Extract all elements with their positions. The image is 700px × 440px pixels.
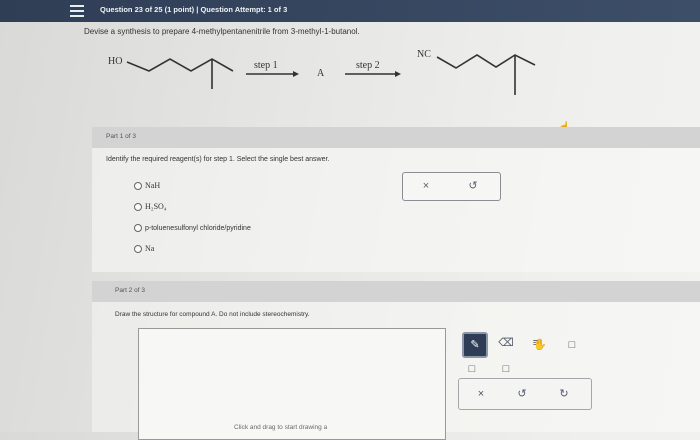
- radio-button[interactable]: [134, 181, 142, 190]
- nitrile-label: NC: [417, 49, 431, 60]
- option-label: NaH: [145, 181, 161, 190]
- canvas-hint: Click and drag to start drawing a: [234, 424, 328, 431]
- part1-body: [92, 148, 700, 272]
- charge-tool-icon[interactable]: □: [563, 336, 581, 354]
- step2-arrowhead: [395, 71, 401, 77]
- undo-button[interactable]: ↺: [466, 179, 480, 193]
- lone-pair-tool-icon[interactable]: □: [497, 360, 515, 378]
- step2-label: step 2: [356, 60, 380, 71]
- radio-button[interactable]: [134, 202, 142, 211]
- intermediate-label: A: [317, 68, 325, 79]
- option-label: Na: [145, 244, 155, 253]
- undo-drawing-button[interactable]: ↺: [513, 385, 531, 403]
- radio-button[interactable]: [134, 244, 142, 253]
- part1-action-box: × ↺: [402, 172, 501, 201]
- reaction-scheme: HO step 1 A step 2 NC: [108, 49, 536, 95]
- part1-label: Part 1 of 3: [106, 133, 136, 140]
- step1-arrowhead: [293, 71, 299, 77]
- drawing-canvas[interactable]: Click and drag to start drawing a: [138, 328, 446, 440]
- clear-button[interactable]: ×: [419, 179, 433, 193]
- part1-header: Part 1 of 3: [92, 127, 700, 148]
- drawing-action-box: × ↺ ↻: [458, 378, 592, 410]
- part1-instruction: Identify the required reagent(s) for ste…: [106, 156, 330, 163]
- product-skeleton: [436, 54, 536, 69]
- option-na[interactable]: Na: [134, 244, 154, 253]
- step1-label: step 1: [254, 60, 278, 71]
- part2-instruction: Draw the structure for compound A. Do no…: [115, 311, 310, 318]
- part2-header: Part 2 of 3: [92, 281, 700, 302]
- part2-label: Part 2 of 3: [115, 287, 145, 294]
- clear-drawing-button[interactable]: ×: [472, 385, 490, 403]
- option-label: p-toluenesulfonyl chloride/pyridine: [145, 224, 251, 232]
- eraser-tool-icon[interactable]: ⌫: [497, 334, 515, 352]
- negative-charge-tool-icon[interactable]: □: [463, 360, 481, 378]
- menu-icon[interactable]: [70, 2, 84, 18]
- redo-drawing-button[interactable]: ↻: [555, 385, 573, 403]
- option-h2so4[interactable]: H₂SO₄: [134, 202, 167, 211]
- starting-material-skeleton: [126, 58, 234, 72]
- option-tscl-pyridine[interactable]: p-toluenesulfonyl chloride/pyridine: [134, 224, 251, 232]
- radio-button[interactable]: [134, 224, 142, 232]
- hydroxyl-label: HO: [108, 56, 122, 67]
- option-nah[interactable]: NaH: [134, 181, 160, 190]
- top-bar: Question 23 of 25 (1 point) | Question A…: [0, 0, 700, 22]
- hand-tool-icon[interactable]: ✋: [531, 336, 549, 354]
- question-status: Question 23 of 25 (1 point) | Question A…: [100, 5, 288, 14]
- option-label: H₂SO₄: [145, 202, 167, 211]
- pencil-tool-icon[interactable]: ✎: [462, 332, 488, 358]
